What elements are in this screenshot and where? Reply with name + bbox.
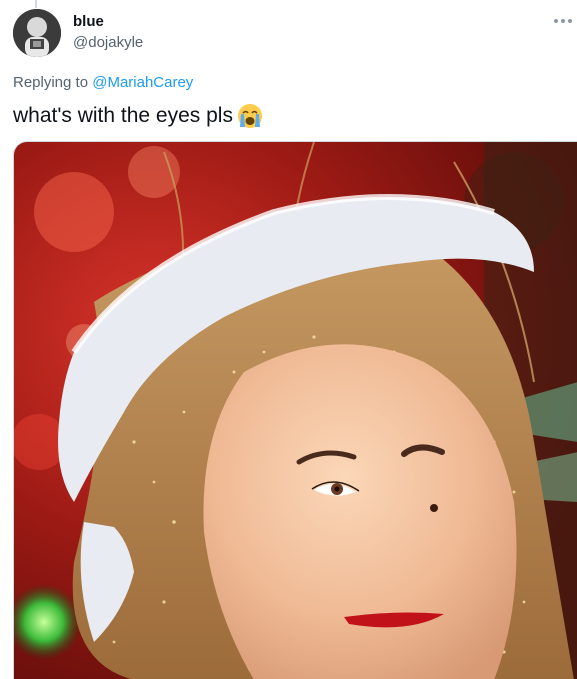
display-name[interactable]: blue: [73, 13, 104, 30]
loudly-crying-face-icon: [237, 104, 262, 128]
replying-to-line: Replying to @MariahCarey: [13, 74, 193, 91]
tweet-text-content: what's with the eyes pls: [13, 104, 233, 127]
thread-connector-line: [35, 0, 37, 8]
tweet-text: what's with the eyes pls: [13, 103, 263, 129]
more-options-icon[interactable]: [553, 14, 577, 28]
ornament-photo: [14, 142, 577, 679]
user-handle[interactable]: @dojakyle: [73, 34, 143, 51]
tweet-media-photo[interactable]: [13, 141, 577, 679]
replying-to-label: Replying to: [13, 74, 89, 91]
avatar[interactable]: [13, 9, 61, 57]
replying-to-mention-link[interactable]: @MariahCarey: [92, 74, 193, 91]
avatar-image: [13, 9, 61, 57]
